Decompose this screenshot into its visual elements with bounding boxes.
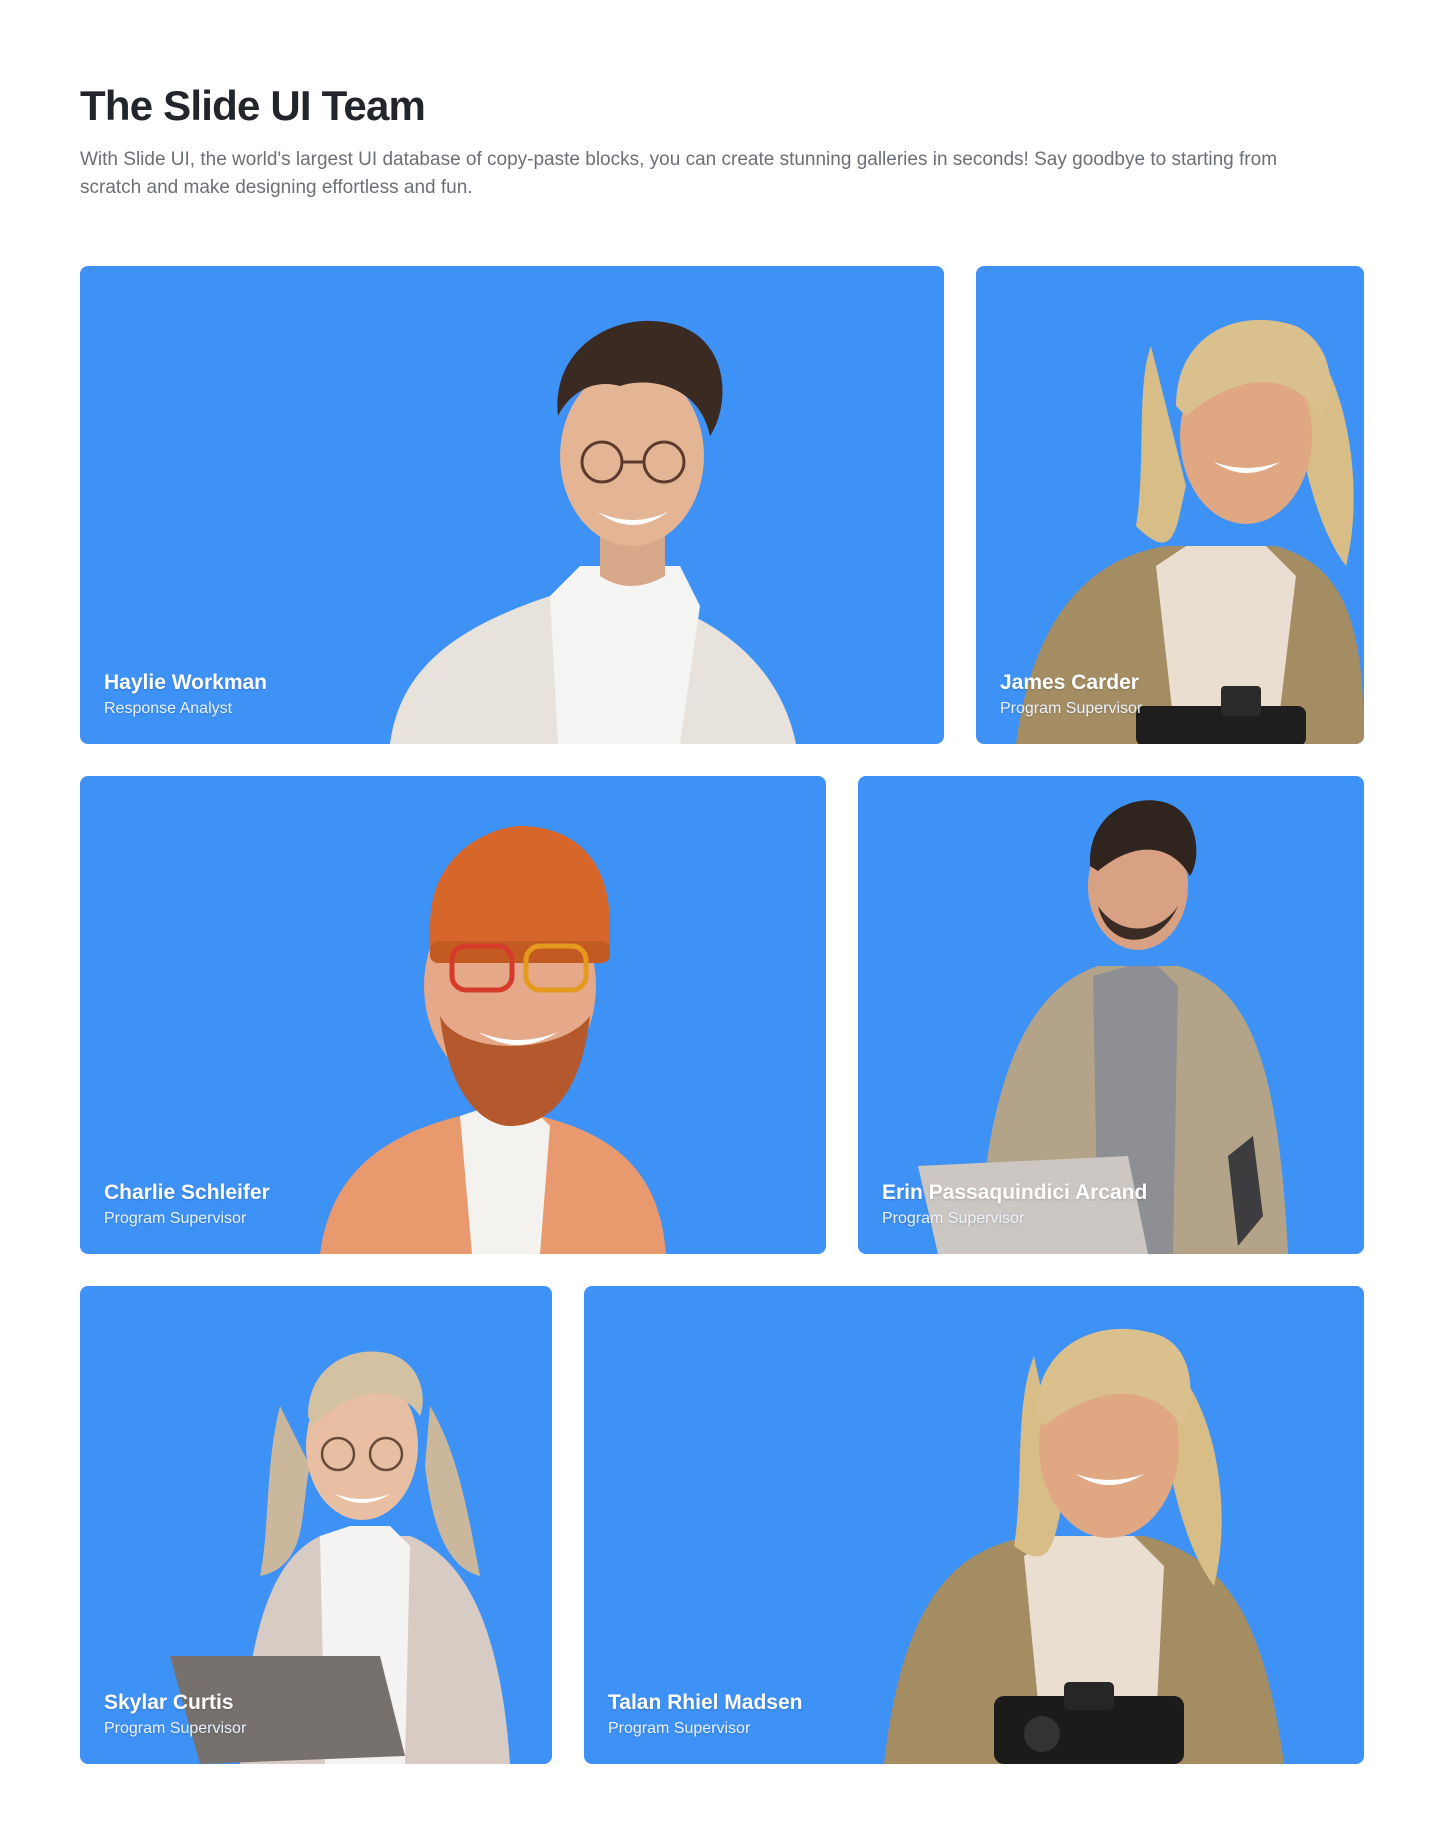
member-role: Program Supervisor <box>104 1210 247 1227</box>
team-card-haylie-workman[interactable]: Haylie Workman Response Analyst <box>80 266 944 744</box>
member-role: Program Supervisor <box>1000 700 1143 717</box>
member-name: Haylie Workman <box>104 671 268 694</box>
team-card-erin-passaquindici-arcand[interactable]: Erin Passaquindici Arcand Program Superv… <box>858 776 1364 1254</box>
member-name: James Carder <box>1000 671 1139 694</box>
card-caption: James Carder Program Supervisor <box>1000 670 1142 720</box>
member-role: Program Supervisor <box>104 1720 247 1737</box>
card-caption: Skylar Curtis Program Supervisor <box>104 1690 246 1740</box>
team-card-skylar-curtis[interactable]: Skylar Curtis Program Supervisor <box>80 1286 552 1764</box>
page-title: The Slide UI Team <box>80 82 426 129</box>
member-name: Talan Rhiel Madsen <box>608 1691 803 1714</box>
team-card-talan-rhiel-madsen[interactable]: Talan Rhiel Madsen Program Supervisor <box>584 1286 1364 1764</box>
card-caption: Talan Rhiel Madsen Program Supervisor <box>608 1690 803 1740</box>
member-role: Program Supervisor <box>608 1720 751 1737</box>
team-card-james-carder[interactable]: James Carder Program Supervisor <box>976 266 1364 744</box>
card-caption: Charlie Schleifer Program Supervisor <box>104 1180 270 1230</box>
member-role: Response Analyst <box>104 700 233 717</box>
card-caption: Haylie Workman Response Analyst <box>104 670 267 720</box>
card-caption: Erin Passaquindici Arcand Program Superv… <box>882 1180 1147 1230</box>
member-name: Erin Passaquindici Arcand <box>882 1181 1148 1204</box>
team-section: The Slide UI Team With Slide UI, the wor… <box>0 0 1440 1840</box>
member-role: Program Supervisor <box>882 1210 1025 1227</box>
team-card-charlie-schleifer[interactable]: Charlie Schleifer Program Supervisor <box>80 776 826 1254</box>
page-description: With Slide UI, the world's largest UI da… <box>80 149 1278 198</box>
member-name: Charlie Schleifer <box>104 1181 270 1204</box>
member-name: Skylar Curtis <box>104 1691 234 1714</box>
